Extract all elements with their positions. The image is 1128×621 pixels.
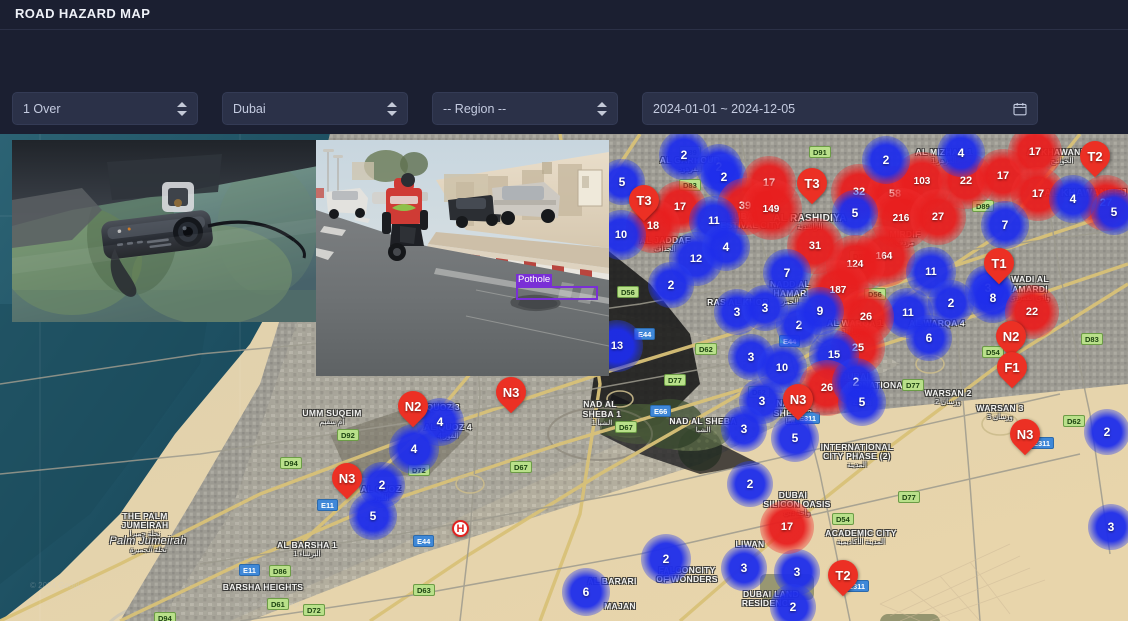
hospital-marker[interactable]: H bbox=[452, 520, 469, 537]
map-pin-marker[interactable]: T3 bbox=[790, 161, 834, 206]
pin-label: T2 bbox=[835, 567, 851, 583]
svg-text:© 2024 Google: © 2024 Google bbox=[30, 581, 84, 590]
map-cluster-marker[interactable]: 2 bbox=[727, 461, 773, 507]
svg-text:© 2024 Google: © 2024 Google bbox=[250, 599, 304, 608]
map-cluster-marker[interactable]: 2 bbox=[648, 262, 694, 308]
map-cluster-marker[interactable]: 3 bbox=[1088, 504, 1128, 550]
city-select-value: Dubai bbox=[233, 101, 266, 116]
map-cluster-marker[interactable]: 4 bbox=[1049, 175, 1097, 223]
map-pin-marker[interactable]: N3 bbox=[1003, 412, 1047, 457]
map-pin-marker[interactable]: T1 bbox=[977, 241, 1021, 286]
pin-label: T3 bbox=[804, 175, 820, 191]
page-title: ROAD HAZARD MAP bbox=[15, 6, 151, 21]
map-cluster-marker[interactable]: 9 bbox=[796, 287, 844, 335]
map-pin-marker[interactable]: F1 bbox=[990, 345, 1034, 390]
map-cluster-marker[interactable]: 4 bbox=[702, 223, 750, 271]
map-cluster-marker[interactable]: 27 bbox=[910, 189, 966, 245]
pin-label: T3 bbox=[636, 192, 652, 208]
chevron-updown-icon bbox=[597, 101, 607, 117]
city-select[interactable]: Dubai bbox=[222, 92, 408, 125]
map-pin-marker[interactable]: T2 bbox=[821, 553, 865, 598]
dashcam-image bbox=[12, 140, 318, 322]
date-range-value: 2024-01-01 ~ 2024-12-05 bbox=[653, 101, 796, 116]
period-select[interactable]: 1 Over bbox=[12, 92, 198, 125]
map-pin-marker[interactable]: T2 bbox=[1073, 134, 1117, 179]
pin-label: F1 bbox=[1004, 359, 1020, 375]
pin-label: N2 bbox=[404, 398, 422, 414]
map-cluster-marker[interactable]: 2 bbox=[641, 534, 691, 584]
detection-preview-panel[interactable]: Pothole Street view with delivery motorc… bbox=[316, 140, 609, 376]
map-cluster-marker[interactable]: 6 bbox=[562, 568, 610, 616]
pin-label: N3 bbox=[789, 391, 807, 407]
region-select-value: -- Region -- bbox=[443, 101, 507, 116]
region-select[interactable]: -- Region -- bbox=[432, 92, 618, 125]
map-pin-marker[interactable]: T3 bbox=[622, 178, 666, 223]
map-cluster-marker[interactable]: 5 bbox=[838, 378, 886, 426]
map-cluster-marker[interactable]: 17 bbox=[760, 500, 814, 554]
street-detection-image bbox=[316, 140, 609, 376]
road-hazard-app: ROAD HAZARD MAP 1 Over Dubai -- Region -… bbox=[0, 0, 1128, 621]
map-cluster-marker[interactable]: 3 bbox=[721, 406, 767, 452]
dashcam-preview-panel[interactable]: Dashcam mounted on windshield interior bbox=[12, 140, 318, 322]
date-range-picker[interactable]: 2024-01-01 ~ 2024-12-05 bbox=[642, 92, 1038, 125]
pin-label: T1 bbox=[991, 255, 1007, 271]
detection-bounding-box bbox=[516, 286, 598, 300]
map-cluster-marker[interactable]: 2 bbox=[1084, 409, 1128, 455]
pin-label: N2 bbox=[1002, 328, 1020, 344]
map-pin-marker[interactable]: N3 bbox=[776, 377, 820, 422]
header-bar: ROAD HAZARD MAP bbox=[0, 0, 1128, 30]
map-pin-marker[interactable]: N2 bbox=[391, 384, 435, 429]
map-cluster-marker[interactable]: 3 bbox=[721, 545, 767, 591]
detection-label: Pothole bbox=[516, 274, 553, 286]
calendar-icon[interactable] bbox=[1013, 102, 1027, 116]
period-select-value: 1 Over bbox=[23, 101, 61, 116]
pin-label: N3 bbox=[338, 470, 356, 486]
pin-label: T2 bbox=[1087, 148, 1103, 164]
map-pin-marker[interactable]: N3 bbox=[489, 370, 533, 415]
map-pin-marker[interactable]: N3 bbox=[325, 456, 369, 501]
pin-label: N3 bbox=[1016, 426, 1034, 442]
map-cluster-marker[interactable]: 6 bbox=[906, 315, 952, 361]
map-cluster-marker[interactable]: 2 bbox=[862, 136, 910, 184]
filter-toolbar: 1 Over Dubai -- Region -- 2024-01-01 ~ 2… bbox=[0, 30, 1128, 156]
chevron-updown-icon bbox=[387, 101, 397, 117]
chevron-updown-icon bbox=[177, 101, 187, 117]
map-cluster-marker[interactable]: 7 bbox=[981, 201, 1029, 249]
pin-label: N3 bbox=[502, 384, 520, 400]
